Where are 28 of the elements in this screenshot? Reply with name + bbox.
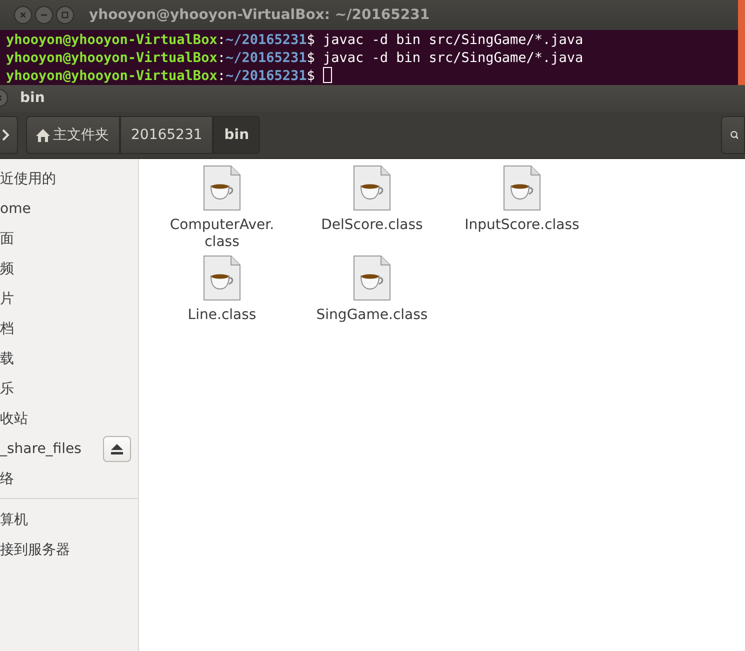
sidebar-item[interactable]: ome xyxy=(0,198,31,220)
sidebar-item[interactable]: 面 xyxy=(0,228,14,250)
sidebar-item[interactable]: 乐 xyxy=(0,378,14,400)
sidebar-item[interactable]: 近使用的 xyxy=(0,168,56,190)
sidebar-item[interactable]: 档 xyxy=(0,318,14,340)
file-name[interactable]: ComputerAver.class xyxy=(162,217,282,251)
file-name[interactable]: InputScore.class xyxy=(464,217,580,234)
sidebar-item[interactable]: 载 xyxy=(0,348,14,370)
sidebar-item[interactable]: _share_files xyxy=(0,438,82,460)
window-title: bin xyxy=(20,89,45,108)
terminal-prompt: yhooyon@yhooyon-VirtualBox:~/20165231$ xyxy=(6,68,316,84)
path-button[interactable]: bin xyxy=(213,116,260,154)
terminal-command: javac -d bin src/SingGame/*.java xyxy=(323,50,584,66)
file-name[interactable]: Line.class xyxy=(188,307,256,324)
terminal-prompt: yhooyon@yhooyon-VirtualBox:~/20165231$ xyxy=(6,32,316,48)
sidebar-item[interactable]: 算机 xyxy=(0,510,28,530)
terminal-command: javac -d bin src/SingGame/*.java xyxy=(323,32,584,48)
sidebar-item[interactable]: 络 xyxy=(0,468,14,490)
sidebar-item[interactable]: 片 xyxy=(0,288,14,310)
file-name[interactable]: SingGame.class xyxy=(316,307,428,324)
path-button[interactable]: 主文件夹 xyxy=(26,116,120,154)
window-title: yhooyon@yhooyon-VirtualBox: ~/20165231 xyxy=(89,6,430,24)
file-name[interactable]: DelScore.class xyxy=(321,217,423,234)
path-button[interactable]: 20165231 xyxy=(120,116,214,154)
sidebar-item[interactable]: 接到服务器 xyxy=(0,540,70,560)
sidebar-item[interactable]: 收站 xyxy=(0,408,28,430)
terminal-prompt: yhooyon@yhooyon-VirtualBox:~/20165231$ xyxy=(6,50,316,66)
sidebar-item[interactable]: 频 xyxy=(0,258,14,280)
